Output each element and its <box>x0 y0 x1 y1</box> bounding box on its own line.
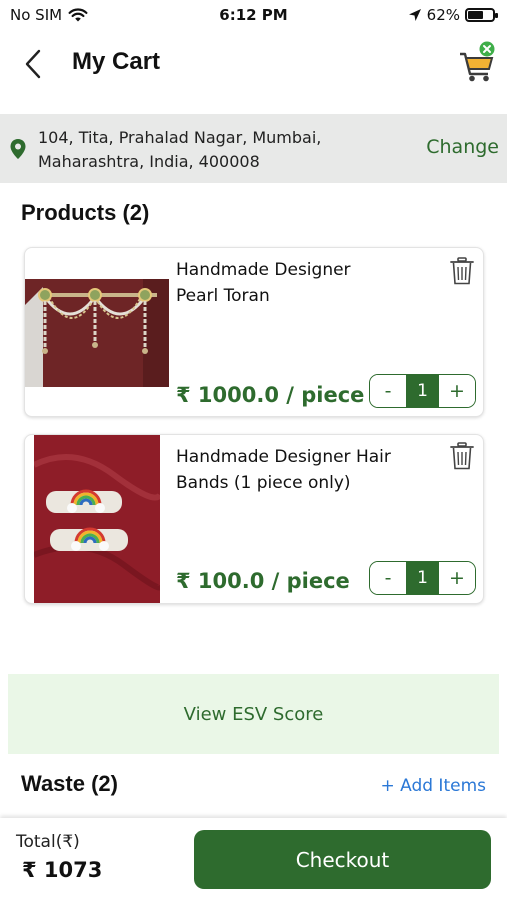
location-pin-icon <box>10 139 26 159</box>
product-name-line-1: Handmade Designer Hair <box>176 447 391 467</box>
battery-percent: 62% <box>426 6 460 24</box>
battery-icon <box>465 8 498 22</box>
view-esv-score-button[interactable]: View ESV Score <box>8 674 499 754</box>
address-text: 104, Tita, Prahalad Nagar, Mumbai, Mahar… <box>38 126 368 174</box>
change-address-button[interactable]: Change <box>426 136 499 158</box>
quantity-value: 1 <box>406 375 439 407</box>
product-card: Handmade Designer Pearl Toran ₹ 1000.0 /… <box>24 247 484 417</box>
checkout-footer: Total(₹) ₹ 1073 Checkout <box>0 818 507 900</box>
product-name-line-2: Bands (1 piece only) <box>176 473 351 493</box>
product-image-toran <box>25 279 169 387</box>
delivery-address-bar: 104, Tita, Prahalad Nagar, Mumbai, Mahar… <box>0 114 507 183</box>
waste-heading: Waste (2) <box>21 771 118 796</box>
product-name: Handmade Designer Hair Bands (1 piece on… <box>176 444 436 496</box>
cart-button[interactable] <box>457 40 497 84</box>
decrease-quantity-button[interactable]: - <box>370 562 406 594</box>
product-name-line-1: Handmade Designer <box>176 260 351 280</box>
back-button[interactable] <box>20 46 50 82</box>
address-line-1: 104, Tita, Prahalad Nagar, Mumbai, <box>38 128 322 147</box>
trash-icon[interactable] <box>449 441 475 471</box>
location-arrow-icon <box>408 9 421 21</box>
product-name: Handmade Designer Pearl Toran <box>176 257 436 309</box>
product-name-line-2: Pearl Toran <box>176 286 270 306</box>
decrease-quantity-button[interactable]: - <box>370 375 406 407</box>
product-price: ₹ 1000.0 / piece <box>176 383 365 407</box>
cart-icon <box>460 41 495 82</box>
total-label: Total(₹) <box>16 832 80 852</box>
status-right: 62% <box>408 6 498 24</box>
quantity-stepper: - 1 + <box>369 561 476 595</box>
product-image-hairbands <box>34 435 160 603</box>
product-price: ₹ 100.0 / piece <box>176 569 350 593</box>
address-line-2: Maharashtra, India, 400008 <box>38 152 260 171</box>
page-title: My Cart <box>72 48 161 75</box>
increase-quantity-button[interactable]: + <box>439 562 475 594</box>
increase-quantity-button[interactable]: + <box>439 375 475 407</box>
trash-icon[interactable] <box>449 256 475 286</box>
app-header: My Cart <box>0 36 507 92</box>
checkout-button[interactable]: Checkout <box>194 830 491 889</box>
quantity-stepper: - 1 + <box>369 374 476 408</box>
chevron-left-icon <box>25 49 41 79</box>
product-card: Handmade Designer Hair Bands (1 piece on… <box>24 434 484 604</box>
battery-level <box>468 11 483 19</box>
add-items-link[interactable]: + Add Items <box>380 776 486 796</box>
quantity-value: 1 <box>406 562 439 594</box>
products-heading: Products (2) <box>21 200 150 225</box>
status-bar: No SIM 6:12 PM 62% <box>0 0 507 32</box>
total-value: ₹ 1073 <box>22 858 103 882</box>
